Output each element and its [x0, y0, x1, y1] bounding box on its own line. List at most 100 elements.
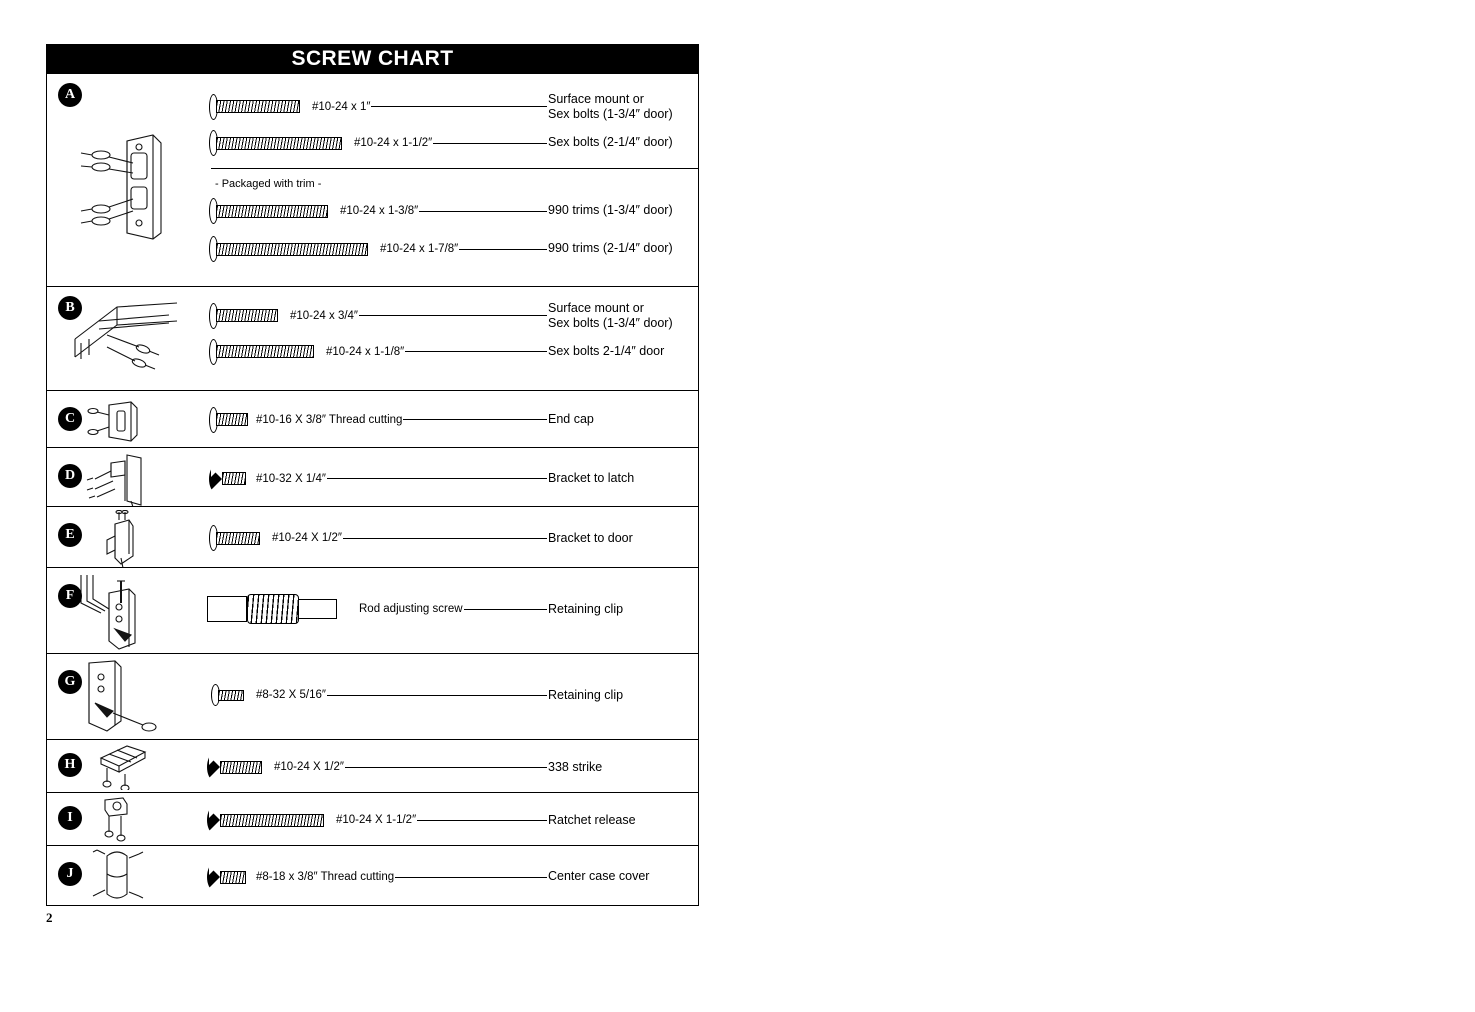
leader-line	[395, 876, 547, 878]
rod-adjusting-screw-icon	[207, 594, 337, 625]
screw-description-line2: Sex bolts (1-3/4″ door)	[548, 106, 673, 121]
screw-icon	[209, 302, 278, 329]
screw-description-line2: Sex bolts (1-3/4″ door)	[548, 315, 673, 330]
center-case-illustration-j	[91, 848, 151, 904]
screw-part-number: #10-24 x 1-1/8″	[326, 345, 405, 358]
screw-description: Surface mount or Sex bolts (1-3/4″ door)	[548, 301, 698, 331]
screw-row-e: E #10-24 X 1/2″ Bracket to door	[47, 507, 698, 569]
screw-description: Retaining clip	[548, 601, 624, 616]
screw-icon	[211, 684, 244, 707]
screw-part-number: #10-24 X 1-1/2″	[336, 814, 417, 827]
screw-part-number: #10-24 X 1/2″	[272, 532, 342, 545]
screw-line-a4: #10-24 x 1-7/8″ 990 trims (2-1/4″ door)	[159, 236, 698, 262]
row-badge-a: A	[58, 83, 82, 107]
screw-chart-banner: SCREW CHART	[46, 44, 699, 74]
screw-row-d: D #10-32 X 1/4″ Bracket to latch	[47, 448, 698, 508]
screw-description: Sex bolts 2-1/4″ door	[548, 344, 665, 359]
screw-icon	[209, 130, 342, 156]
leader-line	[371, 106, 547, 108]
screw-row-g: G #8-32 X 5/16″ Retaining clip	[47, 654, 698, 741]
section-divider	[211, 168, 698, 169]
screw-description: Ratchet release	[548, 812, 636, 827]
screw-row-j: J #8-18 x 3/8″ Thread cutting Center cas…	[47, 846, 698, 905]
screw-icon	[209, 198, 328, 224]
screw-description: 990 trims (2-1/4″ door)	[548, 241, 673, 256]
screw-description: Retaining clip	[548, 687, 624, 702]
screw-row-i: I #10-24 X 1-1/2″ Ratchet release	[47, 793, 698, 847]
screw-line-a3: #10-24 x 1-3/8″ 990 trims (1-3/4″ door)	[159, 198, 698, 224]
screw-line-g1: #8-32 X 5/16″ Retaining clip	[159, 684, 698, 707]
screw-description: 990 trims (1-3/4″ door)	[548, 203, 673, 218]
screw-part-number: #10-16 X 3/8″ Thread cutting	[256, 413, 403, 426]
bracket-door-illustration-e	[89, 510, 159, 569]
screw-line-j1: #8-18 x 3/8″ Thread cutting Center case …	[159, 864, 698, 891]
screw-line-h1: #10-24 X 1/2″ 338 strike	[159, 754, 698, 781]
screw-row-b: B #10-24 x 3/4″ Surface mount or Sex bol…	[47, 287, 698, 391]
screw-line-a2: #10-24 x 1-1/2″ Sex bolts (2-1/4″ door)	[159, 130, 698, 156]
leader-line	[459, 248, 547, 250]
screw-line-b1: #10-24 x 3/4″ Surface mount or Sex bolts…	[159, 301, 698, 331]
row-badge-i: I	[58, 806, 82, 831]
screw-icon	[209, 465, 246, 492]
screw-description-line1: Surface mount or	[548, 300, 644, 315]
screw-row-a: A #10-24 x 1″ Surface mount or Sex bolts…	[47, 74, 698, 287]
screw-line-i1: #10-24 X 1-1/2″ Ratchet release	[159, 807, 698, 834]
end-cap-illustration-c	[85, 399, 155, 445]
screw-part-number: #10-24 x 1-3/8″	[340, 205, 419, 217]
screw-line-f1: Rod adjusting screw Retaining clip	[159, 594, 698, 625]
screw-part-number: #8-32 X 5/16″	[256, 689, 326, 702]
screw-description: Bracket to latch	[548, 470, 635, 485]
screw-part-number: #10-24 x 1-1/2″	[354, 137, 433, 149]
screw-icon	[207, 807, 324, 834]
leader-line	[405, 351, 547, 353]
screw-description: End cap	[548, 412, 594, 426]
leader-line	[463, 608, 547, 610]
bracket-illustration-d	[81, 453, 161, 507]
leader-line	[433, 142, 547, 144]
leader-line	[344, 766, 547, 768]
retaining-clip-illustration-g	[81, 659, 171, 737]
screw-line-b2: #10-24 x 1-1/8″ Sex bolts 2-1/4″ door	[159, 338, 698, 365]
screw-row-c: C #10-16 X 3/8″ Thread cutting End cap	[47, 391, 698, 448]
screw-row-h: H #10-24 X 1/2″ 338 strike	[47, 740, 698, 794]
screw-icon	[207, 864, 246, 891]
screw-description: Bracket to door	[548, 530, 633, 545]
screw-line-a1: #10-24 x 1″ Surface mount or Sex bolts (…	[159, 92, 698, 122]
packaged-with-trim-note: - Packaged with trim -	[215, 178, 322, 190]
screw-chart-table: A #10-24 x 1″ Surface mount or Sex bolts…	[46, 74, 699, 906]
row-badge-g: G	[58, 670, 82, 695]
leader-line	[359, 315, 547, 316]
leader-line	[417, 819, 547, 821]
left-page: SCREW CHART A #10-24 x 1″ Surface mount …	[0, 0, 735, 954]
row-badge-h: H	[58, 753, 82, 778]
row-badge-d: D	[58, 463, 82, 488]
screw-part-number: #10-24 X 1/2″	[274, 761, 344, 774]
screw-icon	[209, 93, 300, 120]
screw-part-number: #10-24 x 1″	[312, 100, 371, 113]
screw-line-c1: #10-16 X 3/8″ Thread cutting End cap	[159, 406, 698, 433]
screw-row-f: F Rod adjusting screw Retaining clip	[47, 568, 698, 655]
screw-description: Surface mount or Sex bolts (1-3/4″ door)	[548, 92, 698, 122]
row-badge-c: C	[58, 406, 82, 431]
screw-icon	[207, 754, 262, 781]
screw-description-line1: Surface mount or	[548, 92, 644, 106]
leader-line	[403, 419, 547, 421]
screw-icon	[209, 406, 248, 433]
right-page: OPTIONAL EQUIPMENT - CONTINUED 12 AWG re…	[735, 0, 1475, 954]
screw-part-number: #10-24 x 3/4″	[290, 309, 359, 322]
leader-line	[342, 537, 547, 539]
screw-description: Center case cover	[548, 869, 650, 884]
screw-description: Sex bolts (2-1/4″ door)	[548, 135, 673, 150]
screw-part-number: #8-18 x 3/8″ Thread cutting	[256, 871, 395, 884]
strike-illustration-h	[87, 744, 159, 791]
ratchet-illustration-i	[93, 796, 149, 844]
screw-line-d1: #10-32 X 1/4″ Bracket to latch	[159, 465, 698, 492]
row-badge-j: J	[58, 862, 82, 887]
screw-part-number: #10-24 x 1-7/8″	[380, 243, 459, 255]
row-badge-e: E	[58, 523, 82, 548]
leader-line	[326, 478, 547, 480]
screw-icon	[209, 338, 314, 365]
screw-line-e1: #10-24 X 1/2″ Bracket to door	[159, 525, 698, 552]
leader-line	[326, 694, 547, 696]
screw-icon	[209, 525, 260, 552]
